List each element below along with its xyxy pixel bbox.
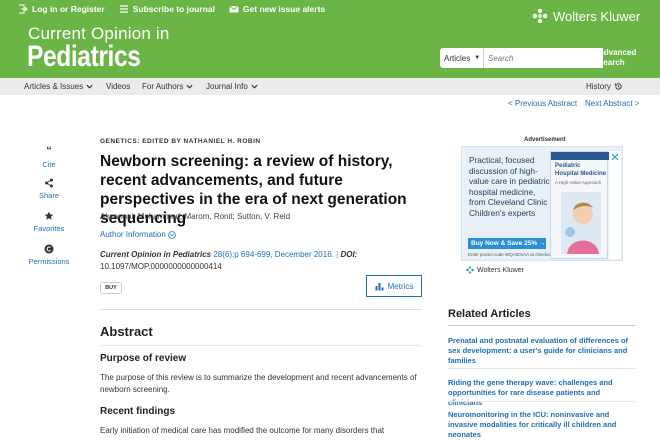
doi-value[interactable]: 10.1097/MOP.0000000000000414 bbox=[100, 262, 222, 271]
findings-heading: Recent findings bbox=[100, 406, 176, 417]
ad-publisher-logo: Wolters Kluwer bbox=[466, 266, 524, 274]
article-section-label: GENETICS: EDITED BY NATHANIEL H. ROBIN bbox=[100, 138, 261, 145]
advertisement-label: Advertisement bbox=[524, 137, 566, 143]
journal-name: Current Opinion in Pediatrics bbox=[100, 250, 212, 259]
article-authors: Almannai, Mohammed; Marom, Ronit; Sutton… bbox=[100, 212, 291, 221]
previous-abstract-link[interactable]: < Previous Abstract bbox=[508, 99, 577, 108]
mail-icon bbox=[229, 5, 239, 13]
advanced-search-link[interactable]: Advanced Search bbox=[598, 48, 642, 68]
search-bar: Articles ▼ bbox=[440, 48, 603, 68]
chevron-down-circle-icon bbox=[168, 230, 176, 239]
wolters-kluwer-logo-icon bbox=[466, 266, 474, 274]
ad-info-tab[interactable] bbox=[609, 151, 621, 259]
top-links: Log in or Register Subscribe to journal … bbox=[18, 4, 325, 14]
volume-issue-link[interactable]: 28(6):p 694-699, December 2016. bbox=[213, 250, 334, 259]
site-header: Log in or Register Subscribe to journal … bbox=[0, 0, 660, 78]
advertisement-banner[interactable]: Practical, focused discussion of high-va… bbox=[461, 146, 623, 261]
ad-book-title: Hospital Medicine bbox=[555, 171, 607, 177]
divider bbox=[448, 325, 636, 326]
caret-down-icon: ▼ bbox=[474, 55, 481, 61]
doi-label: DOI: bbox=[340, 250, 358, 259]
ad-book-cover: Pediatric Hospital Medicine A High-Value… bbox=[550, 151, 609, 259]
related-article-link[interactable]: Riding the gene therapy wave: challenges… bbox=[448, 378, 636, 408]
nav-videos[interactable]: Videos bbox=[106, 82, 130, 91]
rail-cite[interactable]: “ Cite bbox=[28, 145, 70, 170]
findings-text: Early initiation of medical care has mod… bbox=[100, 426, 385, 435]
nav-articles-issues[interactable]: Articles & Issues bbox=[24, 82, 93, 91]
ad-info-icon bbox=[611, 153, 619, 161]
search-scope-select[interactable]: Articles ▼ bbox=[440, 48, 484, 68]
alerts-link[interactable]: Get new issue alerts bbox=[229, 4, 325, 14]
list-icon bbox=[119, 5, 128, 13]
chevron-down-icon bbox=[251, 84, 258, 89]
ad-promo-code: Enter promo code WQA001AA at checkout. bbox=[468, 252, 555, 257]
wolters-kluwer-logo-icon bbox=[532, 8, 548, 24]
chevron-down-icon bbox=[86, 84, 93, 89]
search-input[interactable] bbox=[484, 48, 603, 68]
bar-chart-icon bbox=[375, 282, 384, 290]
nav-for-authors[interactable]: For Authors bbox=[142, 82, 193, 91]
history-icon bbox=[614, 83, 622, 90]
star-icon bbox=[44, 211, 54, 220]
purpose-heading: Purpose of review bbox=[100, 353, 187, 364]
abstract-heading: Abstract bbox=[100, 324, 153, 339]
rail-permissions[interactable]: Permissions bbox=[28, 244, 70, 266]
ad-book-title: Pediatric bbox=[555, 163, 581, 169]
publisher-logo[interactable]: Wolters Kluwer bbox=[532, 8, 640, 24]
rail-favorites[interactable]: Favorites bbox=[28, 211, 70, 233]
subscribe-link[interactable]: Subscribe to journal bbox=[119, 4, 215, 14]
ad-text: Practical, focused discussion of high-va… bbox=[469, 155, 550, 218]
divider bbox=[100, 309, 422, 310]
child-photo-icon bbox=[561, 192, 601, 254]
metrics-button[interactable]: Metrics bbox=[366, 275, 422, 297]
related-article-link[interactable]: Neuromonitoring in the ICU: noninvasive … bbox=[448, 410, 636, 440]
divider bbox=[448, 368, 636, 369]
copyright-icon bbox=[44, 244, 54, 254]
ad-buy-button[interactable]: Buy Now & Save 25% → bbox=[468, 238, 546, 249]
article-citation: Current Opinion in Pediatrics 28(6):p 69… bbox=[100, 250, 358, 271]
login-icon bbox=[19, 4, 28, 14]
next-abstract-link[interactable]: Next Abstract > bbox=[585, 99, 639, 108]
share-icon bbox=[45, 178, 53, 188]
purpose-text: The purpose of this review is to summari… bbox=[100, 373, 417, 394]
buy-button[interactable]: BUY bbox=[100, 282, 122, 294]
nav-journal-info[interactable]: Journal Info bbox=[206, 82, 258, 91]
journal-brand-main[interactable]: Pediatrics bbox=[27, 40, 141, 74]
ad-book-subtitle: A High-Value Approach bbox=[555, 180, 602, 185]
divider bbox=[448, 401, 636, 402]
chevron-down-icon bbox=[186, 84, 193, 89]
author-information-toggle[interactable]: Author Information bbox=[100, 230, 176, 239]
main-nav: Articles & Issues Videos For Authors Jou… bbox=[0, 78, 660, 95]
rail-share[interactable]: Share bbox=[28, 178, 70, 200]
related-article-link[interactable]: Prenatal and postnatal evaluation of dif… bbox=[448, 336, 636, 366]
divider bbox=[100, 345, 422, 346]
nav-history[interactable]: History bbox=[586, 82, 623, 91]
login-link[interactable]: Log in or Register bbox=[18, 4, 105, 14]
related-articles-heading: Related Articles bbox=[448, 308, 531, 320]
quote-icon: “ bbox=[46, 145, 52, 157]
